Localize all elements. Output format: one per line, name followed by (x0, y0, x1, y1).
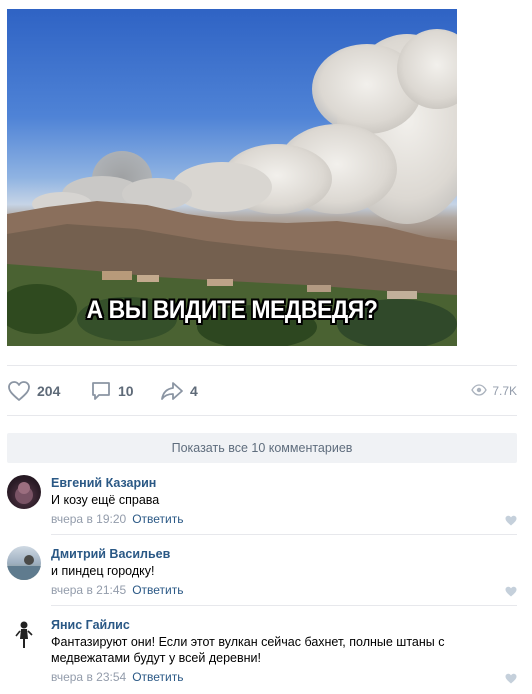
shares-count: 4 (190, 383, 198, 399)
heart-icon (7, 380, 31, 402)
share-arrow-icon (160, 380, 184, 402)
avatar[interactable] (7, 617, 41, 651)
post-image[interactable]: А ВЫ ВИДИТЕ МЕДВЕДЯ? (7, 9, 457, 346)
like-button[interactable]: 204 (7, 378, 60, 404)
comment-meta: вчера в 19:20 Ответить (51, 512, 183, 526)
comment-separator (51, 534, 517, 535)
views-counter: 7.7K (471, 378, 517, 404)
comment-icon (90, 380, 112, 402)
likes-count: 204 (37, 383, 61, 399)
like-small-icon[interactable] (505, 671, 517, 689)
comment-time[interactable]: вчера в 23:54 (51, 670, 126, 684)
comment-text: И козу ещё справа (51, 493, 160, 507)
like-small-icon[interactable] (505, 513, 517, 531)
reply-button[interactable]: Ответить (132, 670, 183, 684)
avatar[interactable] (7, 475, 41, 509)
comment-item: Евгений Казарин И козу ещё справа вчера … (7, 473, 517, 535)
comment-item: Янис Гайлис Фантазируют они! Если этот в… (7, 615, 517, 691)
comment-button[interactable]: 10 (90, 378, 134, 404)
show-all-comments-button[interactable]: Показать все 10 комментариев (7, 433, 517, 463)
comment-item: Дмитрий Васильев и пиндец городку! вчера… (7, 544, 517, 606)
comment-author[interactable]: Янис Гайлис (51, 618, 130, 632)
reply-button[interactable]: Ответить (132, 512, 183, 526)
image-caption: А ВЫ ВИДИТЕ МЕДВЕДЯ? (86, 296, 378, 324)
comment-meta: вчера в 23:54 Ответить (51, 670, 183, 684)
comment-time[interactable]: вчера в 21:45 (51, 583, 126, 597)
comment-separator (51, 605, 517, 606)
comment-author[interactable]: Дмитрий Васильев (51, 547, 170, 561)
divider-bottom (7, 415, 517, 416)
post-actions-bar: 204 10 4 7.7K (7, 378, 517, 404)
views-count: 7.7K (492, 384, 517, 398)
comment-text: Фантазируют они! Если этот вулкан сейчас… (51, 635, 445, 665)
comments-count: 10 (118, 383, 134, 399)
comment-time[interactable]: вчера в 19:20 (51, 512, 126, 526)
divider-top (7, 365, 517, 366)
eye-icon (471, 383, 488, 399)
avatar[interactable] (7, 546, 41, 580)
comment-text: и пиндец городку! (51, 564, 155, 578)
comment-meta: вчера в 21:45 Ответить (51, 583, 183, 597)
like-small-icon[interactable] (505, 584, 517, 602)
reply-button[interactable]: Ответить (132, 583, 183, 597)
share-button[interactable]: 4 (160, 378, 198, 404)
comment-author[interactable]: Евгений Казарин (51, 476, 156, 490)
